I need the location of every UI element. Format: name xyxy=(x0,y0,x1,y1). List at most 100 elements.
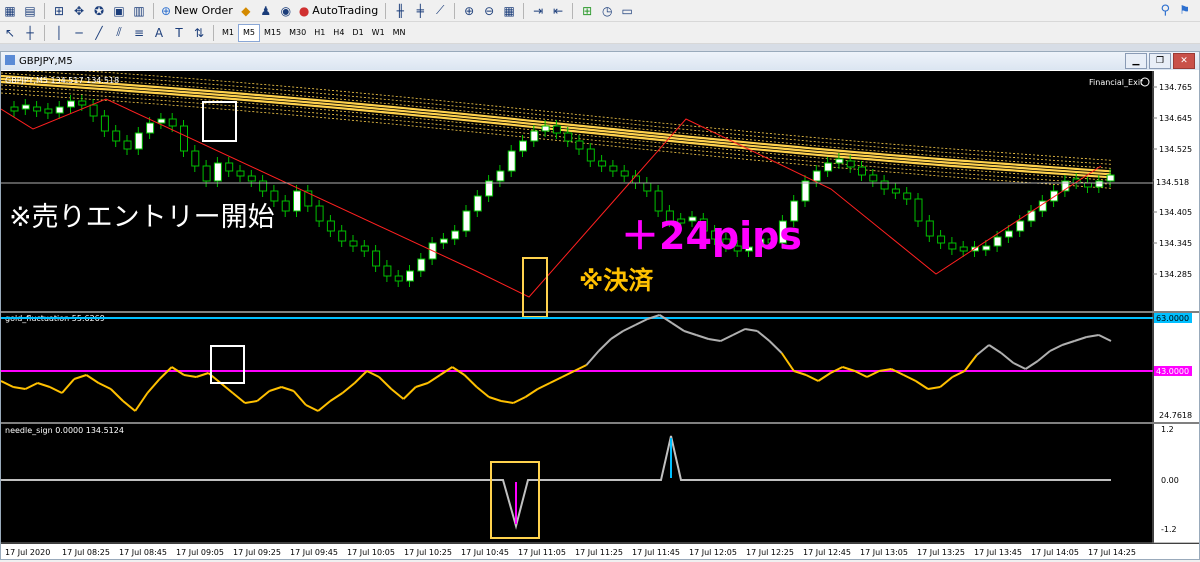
market-watch-icon[interactable]: ⊞ xyxy=(50,2,68,20)
autotrading-button[interactable]: ● AutoTrading xyxy=(297,2,380,20)
fibonacci-icon[interactable]: ≡ xyxy=(130,24,148,42)
oscillator-segment xyxy=(805,374,819,382)
oscillator-segment xyxy=(780,352,795,372)
new-chart-icon[interactable]: ▦ xyxy=(1,2,19,20)
templates-icon[interactable]: ▭ xyxy=(618,2,636,20)
timeframe-mn-button[interactable]: MN xyxy=(389,25,410,41)
strategy-tester-icon[interactable]: ▥ xyxy=(130,2,148,20)
search-icon[interactable]: ⚲ xyxy=(1160,3,1170,18)
separator xyxy=(153,2,154,19)
indicator2-label: needle_sign 0.0000 134.5124 xyxy=(5,426,124,435)
zoom-out-icon[interactable]: ⊖ xyxy=(480,2,498,20)
oscillator-segment xyxy=(402,386,417,400)
candle-body xyxy=(858,166,866,176)
oscillator-segment xyxy=(341,382,356,394)
chart-area[interactable]: GBPJPY,M5 134.517 134.518 Financial_Exit… xyxy=(0,64,1199,559)
tile-windows-icon[interactable]: ▦ xyxy=(500,2,518,20)
candlestick-icon[interactable]: ╪ xyxy=(411,2,429,20)
profiles-icon[interactable]: ▤ xyxy=(21,2,39,20)
candle-body xyxy=(586,148,595,162)
oscillator-segment xyxy=(13,386,26,390)
timeframe-m5-button[interactable]: M5 xyxy=(238,23,260,42)
signals-icon[interactable]: ♟ xyxy=(257,2,275,20)
chart-shift-icon[interactable]: ⇤ xyxy=(549,2,567,20)
bar-chart-icon[interactable]: ╫ xyxy=(391,2,409,20)
candle-body xyxy=(406,270,414,282)
candle-body xyxy=(146,122,155,134)
channel-icon[interactable]: ⫽ xyxy=(110,24,128,42)
vertical-line-icon[interactable]: │ xyxy=(50,24,68,42)
market-icon[interactable]: ◉ xyxy=(277,2,295,20)
oscillator-segment xyxy=(988,344,1002,354)
oscillator-segment xyxy=(744,328,758,332)
oscillator-segment xyxy=(329,392,344,402)
oscillator-segment xyxy=(585,350,600,366)
oscillator-segment xyxy=(476,386,490,398)
oscillator-segment xyxy=(134,392,149,412)
metaeditor-icon[interactable]: ◆ xyxy=(237,2,255,20)
oscillator-segment xyxy=(1025,360,1039,370)
separator xyxy=(44,24,45,41)
timeframe-m15-button[interactable]: M15 xyxy=(260,25,285,41)
indicator2-min-label: -1.2 xyxy=(1161,525,1177,534)
text-icon[interactable]: A xyxy=(150,24,168,42)
oscillator-segment xyxy=(1086,334,1099,338)
oscillator-segment xyxy=(549,376,563,384)
auto-scroll-icon[interactable]: ⇥ xyxy=(529,2,547,20)
maximize-button[interactable]: ❐ xyxy=(1149,53,1171,69)
oscillator-segment xyxy=(768,340,783,354)
timeframe-h1-button[interactable]: H1 xyxy=(310,25,329,41)
candle-body xyxy=(937,235,946,244)
oscillator-segment xyxy=(158,366,173,380)
close-button[interactable]: ✕ xyxy=(1173,53,1195,69)
candle-body xyxy=(360,245,369,252)
candle-body xyxy=(134,132,143,150)
timeframe-d1-button[interactable]: D1 xyxy=(348,25,367,41)
upper-level-label: 63.0000 xyxy=(1156,314,1189,323)
separator xyxy=(385,2,387,19)
price-label: 134.285 xyxy=(1159,270,1192,279)
terminal-icon[interactable]: ▣ xyxy=(110,2,128,20)
separator xyxy=(572,2,574,19)
oscillator-segment xyxy=(597,338,612,352)
time-label: 17 Jul 2020 xyxy=(5,548,50,557)
arrows-icon[interactable]: ⇅ xyxy=(190,24,208,42)
timeframe-w1-button[interactable]: W1 xyxy=(368,25,389,41)
oscillator-segment xyxy=(634,318,648,326)
indicators-icon[interactable]: ⊞ xyxy=(578,2,596,20)
chart-canvas[interactable]: GBPJPY,M5 134.517 134.518 Financial_Exit… xyxy=(0,64,1199,559)
periods-icon[interactable]: ◷ xyxy=(598,2,616,20)
timeframe-m1-button[interactable]: M1 xyxy=(218,25,238,41)
timeframe-m30-button[interactable]: M30 xyxy=(285,25,310,41)
navigator-icon[interactable]: ✪ xyxy=(90,2,108,20)
minimize-button[interactable]: ▁ xyxy=(1125,53,1147,69)
candle-body xyxy=(451,230,460,240)
help-icon[interactable]: ⚑ xyxy=(1179,3,1190,17)
crosshair-icon[interactable]: ┼ xyxy=(21,24,39,42)
zoom-in-icon[interactable]: ⊕ xyxy=(460,2,478,20)
candle-body xyxy=(948,242,957,250)
candle-body xyxy=(281,200,290,212)
time-label: 17 Jul 11:25 xyxy=(575,548,623,557)
data-window-icon[interactable]: ✥ xyxy=(70,2,88,20)
oscillator-segment xyxy=(1074,336,1087,342)
candle-body xyxy=(89,104,98,117)
text-label-icon[interactable]: T xyxy=(170,24,188,42)
price-label: 134.405 xyxy=(1159,208,1192,217)
trendline-icon[interactable]: ╱ xyxy=(90,24,108,42)
candle-body xyxy=(1004,230,1013,238)
line-chart-icon[interactable]: ⟋ xyxy=(431,2,449,20)
timeframe-h4-button[interactable]: H4 xyxy=(329,25,348,41)
new-order-button[interactable]: ⊕ New Order xyxy=(159,2,235,20)
candle-body xyxy=(349,240,358,247)
main-pane xyxy=(1,71,1151,310)
candle-body xyxy=(225,162,234,172)
horizontal-line-icon[interactable]: ─ xyxy=(70,24,88,42)
cursor-icon[interactable]: ↖ xyxy=(1,24,19,42)
separator xyxy=(213,24,214,41)
indicator1-min-label: 24.7618 xyxy=(1159,411,1192,420)
candle-body xyxy=(1084,182,1092,188)
candle-body xyxy=(247,175,256,182)
autotrading-icon: ● xyxy=(298,3,310,18)
candle-body xyxy=(44,108,53,114)
